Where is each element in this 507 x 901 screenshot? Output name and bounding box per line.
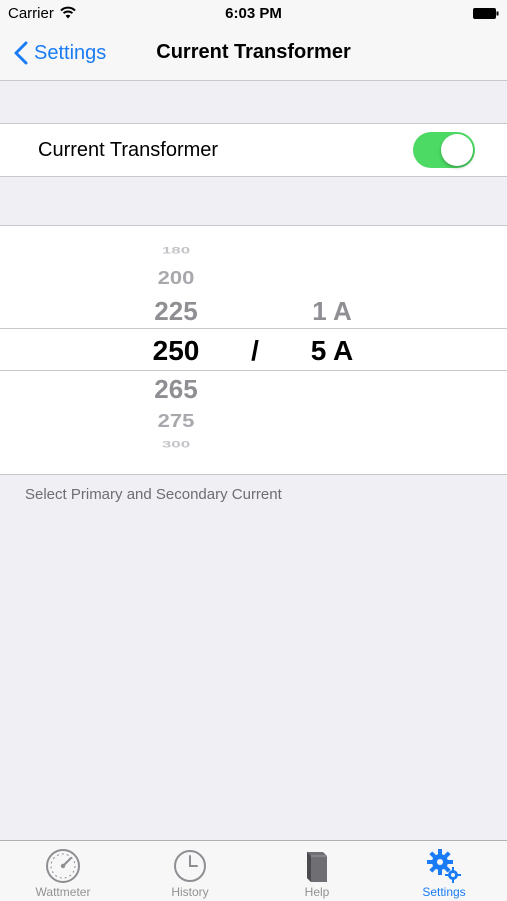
tab-label: Settings bbox=[422, 885, 466, 899]
tab-history[interactable]: History bbox=[127, 841, 253, 901]
chevron-left-icon bbox=[14, 41, 28, 65]
separator-slash: / bbox=[251, 335, 259, 366]
back-button[interactable]: Settings bbox=[14, 38, 106, 68]
secondary-selected-option[interactable]: 5 A bbox=[290, 337, 374, 365]
book-icon bbox=[307, 852, 327, 882]
primary-option[interactable]: 180 bbox=[130, 246, 222, 255]
tab-help[interactable]: Help bbox=[254, 841, 380, 901]
back-button-label: Settings bbox=[34, 41, 107, 64]
tab-label: History bbox=[171, 885, 209, 899]
gears-icon bbox=[427, 849, 461, 883]
current-transformer-switch[interactable] bbox=[413, 132, 475, 168]
tab-label: Help bbox=[304, 885, 330, 899]
switch-knob bbox=[441, 134, 473, 166]
clock-icon bbox=[174, 850, 206, 882]
picker-footer-note: Select Primary and Secondary Current bbox=[25, 486, 282, 503]
tab-bar: Wattmeter History Help Settings bbox=[0, 840, 507, 901]
tab-wattmeter[interactable]: Wattmeter bbox=[0, 841, 126, 901]
secondary-option[interactable]: 1 A bbox=[290, 298, 374, 324]
primary-option[interactable]: 275 bbox=[130, 411, 222, 431]
separator-column: / bbox=[230, 226, 280, 474]
primary-option[interactable]: 225 bbox=[130, 298, 222, 324]
gauge-icon bbox=[46, 849, 80, 883]
current-picker: 180 200 225 250 265 275 300 / 1 A 5 A bbox=[0, 225, 507, 475]
tab-settings[interactable]: Settings bbox=[381, 841, 507, 901]
primary-selected-option[interactable]: 250 bbox=[130, 337, 222, 365]
toggle-label: Current Transformer bbox=[38, 139, 219, 161]
primary-option[interactable]: 300 bbox=[130, 440, 222, 449]
primary-option[interactable]: 265 bbox=[130, 376, 222, 402]
navigation-bar: Settings Current Transformer bbox=[0, 28, 507, 81]
status-time: 6:03 PM bbox=[225, 5, 282, 22]
battery-icon bbox=[473, 8, 499, 19]
secondary-current-wheel[interactable]: 1 A 5 A bbox=[290, 226, 374, 474]
status-bar: Carrier 6:03 PM bbox=[0, 0, 507, 28]
primary-current-wheel[interactable]: 180 200 225 250 265 275 300 bbox=[130, 226, 222, 474]
tab-label: Wattmeter bbox=[35, 885, 91, 899]
toggle-row: Current Transformer bbox=[0, 123, 507, 177]
primary-option[interactable]: 200 bbox=[130, 268, 222, 288]
